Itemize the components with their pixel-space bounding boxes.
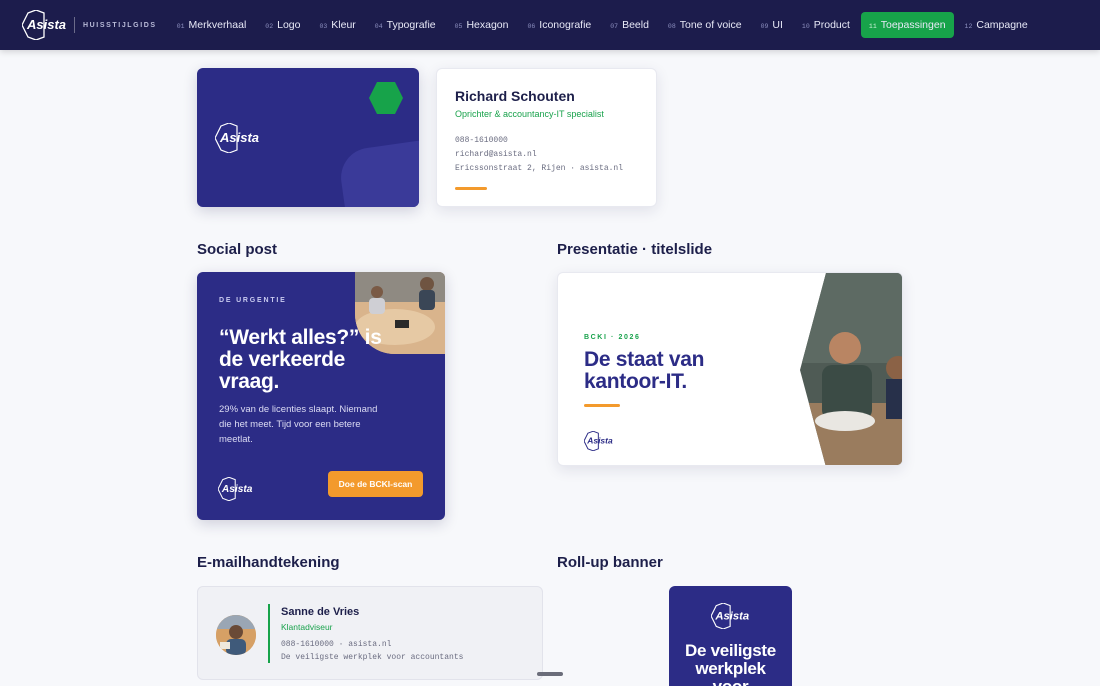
- nav-item-label: Typografie: [386, 19, 436, 31]
- nav-item-number: 06: [527, 23, 536, 30]
- section-title-presentation: Presentatie · titelslide: [557, 241, 713, 258]
- slide-title: De staat van kantoor-IT.: [584, 348, 705, 393]
- social-eyebrow: DE URGENTIE: [219, 297, 287, 304]
- nav-item-label: Merkverhaal: [188, 19, 247, 31]
- nav-item-typografie[interactable]: 04 Typografie: [375, 12, 436, 38]
- nav-item-toepassingen[interactable]: 11 Toepassingen: [860, 12, 954, 38]
- slide-logo: Asista: [583, 430, 614, 456]
- logo-wordmark: Asista: [26, 17, 66, 32]
- svg-text:Asista: Asista: [219, 130, 259, 145]
- business-card-back: Richard Schouten Oprichter & accountancy…: [436, 68, 657, 207]
- nav-item-campagne[interactable]: 12 Campagne: [965, 12, 1028, 38]
- section-title-email: E-mailhandtekening: [197, 554, 340, 571]
- rollup-banner-preview: Asista De veiligste werkplek voor: [669, 586, 792, 686]
- nav-item-hexagon[interactable]: 05 Hexagon: [455, 12, 509, 38]
- email-signature-preview: Sanne de Vries Klantadviseur 088-1610000…: [197, 586, 543, 680]
- presentation-title-slide: BCKI · 2026 De staat van kantoor-IT. Asi…: [557, 272, 903, 466]
- rollup-logo: Asista: [710, 602, 751, 634]
- signature-tagline: De veiligste werkplek voor accountants: [281, 653, 464, 662]
- nav-item-product[interactable]: 10 Product: [802, 12, 850, 38]
- card-name: Richard Schouten: [455, 88, 575, 104]
- nav-item-kleur[interactable]: 03 Kleur: [319, 12, 355, 38]
- signature-role: Klantadviseur: [281, 622, 333, 632]
- social-logo: Asista: [217, 476, 254, 506]
- svg-text:Asista: Asista: [714, 610, 749, 622]
- card-logo: Asista: [214, 122, 261, 158]
- scroll-handle[interactable]: [537, 672, 563, 676]
- nav-item-number: 02: [265, 23, 274, 30]
- decorative-hexagon-shape: [337, 138, 419, 207]
- brand[interactable]: Asista HUISSTIJLGIDS: [22, 10, 157, 40]
- nav-item-number: 08: [667, 23, 676, 30]
- nav-item-label: Toepassingen: [880, 19, 946, 31]
- top-navigation-bar: Asista HUISSTIJLGIDS 01 Merkverhaal 02 Logo…: [0, 0, 1100, 50]
- green-hexagon-icon: [369, 82, 403, 114]
- nav-item-merkverhaal[interactable]: 01 Merkverhaal: [177, 12, 247, 38]
- social-post-preview: DE URGENTIE “Werkt alles?” is de verkeer…: [197, 272, 445, 520]
- section-title-social: Social post: [197, 241, 278, 258]
- nav-item-iconografie[interactable]: 06 Iconografie: [527, 12, 591, 38]
- nav-item-label: Kleur: [331, 19, 356, 31]
- nav-item-number: 03: [319, 23, 328, 30]
- svg-text:Asista: Asista: [221, 484, 253, 495]
- nav-item-number: 07: [610, 23, 619, 30]
- slide-eyebrow: BCKI · 2026: [584, 334, 641, 341]
- rollup-headline: De veiligste werkplek voor: [685, 641, 776, 686]
- card-address: Ericssonstraat 2, Rijen · asista.nl: [455, 164, 624, 173]
- card-phone: 088-1610000: [455, 136, 508, 145]
- social-headline: “Werkt alles?” is de verkeerde vraag.: [219, 326, 382, 393]
- nav-item-label: Logo: [277, 19, 301, 31]
- nav-item-beeld[interactable]: 07 Beeld: [610, 12, 649, 38]
- nav-item-label: UI: [772, 19, 783, 31]
- nav-item-number: 12: [964, 23, 973, 30]
- nav-item-ui[interactable]: 09 UI: [761, 12, 783, 38]
- nav-item-label: Hexagon: [466, 19, 509, 31]
- nav-item-label: Beeld: [622, 19, 649, 31]
- nav-item-logo[interactable]: 02 Logo: [265, 12, 300, 38]
- section-nav: 01 Merkverhaal 02 Logo 03 Kleur 04 Typografie 05…: [177, 12, 1047, 38]
- social-body: 29% van de licenties slaapt. Niemand die…: [219, 404, 378, 445]
- nav-item-label: Tone of voice: [679, 19, 742, 31]
- card-accent-bar: [455, 187, 487, 190]
- brand-subtitle: HUISSTIJLGIDS: [83, 21, 157, 29]
- asista-logo: Asista: [22, 10, 68, 40]
- nav-item-label: Iconografie: [539, 19, 592, 31]
- signature-name: Sanne de Vries: [281, 606, 360, 618]
- section-title-rollup: Roll-up banner: [557, 554, 663, 571]
- brand-divider: [74, 17, 75, 33]
- signature-divider: [268, 604, 270, 663]
- nav-item-number: 09: [760, 23, 769, 30]
- slide-accent-bar: [584, 404, 620, 407]
- nav-item-number: 10: [801, 23, 810, 30]
- scan-cta-button[interactable]: Doe de BCKI-scan: [328, 471, 423, 497]
- nav-item-number: 01: [176, 23, 185, 30]
- nav-item-number: 04: [374, 23, 383, 30]
- card-email: richard@asista.nl: [455, 150, 537, 159]
- avatar: [216, 615, 256, 655]
- signature-contact: 088-1610000 · asista.nl: [281, 640, 392, 649]
- svg-text:Asista: Asista: [586, 436, 613, 446]
- nav-item-label: Campagne: [976, 19, 1028, 31]
- nav-item-number: 11: [868, 23, 877, 30]
- card-role: Oprichter & accountancy-IT specialist: [455, 109, 604, 119]
- slide-photo: [800, 273, 902, 465]
- nav-item-label: Product: [813, 19, 850, 31]
- nav-item-number: 05: [454, 23, 463, 30]
- nav-item-tone-of-voice[interactable]: 08 Tone of voice: [668, 12, 742, 38]
